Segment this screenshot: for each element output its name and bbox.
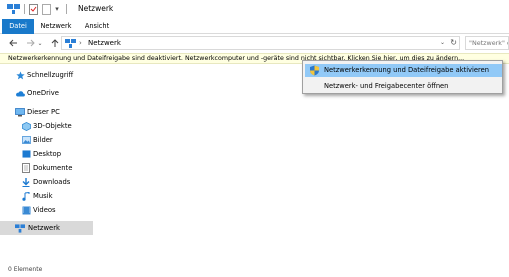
desktop-icon (21, 149, 31, 159)
sidebar-item-onedrive[interactable]: OneDrive (0, 86, 93, 100)
network-location-icon (65, 39, 76, 50)
menu-item-label: Netzwerkerkennung und Dateifreigabe akti… (324, 66, 489, 74)
sidebar-item-desktop[interactable]: Desktop (0, 147, 93, 161)
sidebar-item-schnellzugriff[interactable]: Schnellzugriff (0, 68, 93, 82)
sidebar-item-label: Dieser PC (27, 108, 60, 116)
sidebar-item-netzwerk[interactable]: Netzwerk (0, 221, 93, 235)
shield-icon (309, 65, 320, 76)
sidebar-item-label: Downloads (33, 178, 71, 186)
sidebar-item-videos[interactable]: Videos (0, 203, 93, 217)
sidebar-item-label: Musik (33, 192, 53, 200)
sidebar-item-label: Netzwerk (28, 224, 60, 232)
sidebar-item-dokumente[interactable]: Dokumente (0, 161, 93, 175)
up-button[interactable] (48, 36, 62, 50)
menu-item-open-network-center[interactable]: Netzwerk- und Freigabecenter öffnen (305, 80, 502, 93)
network-icon (15, 223, 25, 233)
address-dropdown-icon[interactable]: ⌄ (440, 39, 445, 46)
arrow-left-icon (8, 39, 17, 47)
divider-icon (23, 3, 25, 15)
tab-netzwerk[interactable]: Netzwerk (37, 19, 75, 34)
sidebar-item-label: Desktop (33, 150, 62, 158)
music-icon (21, 191, 31, 201)
breadcrumb-network[interactable]: Netzwerk (88, 39, 121, 47)
sidebar-item-bilder[interactable]: Bilder (0, 133, 93, 147)
pictures-icon (21, 135, 31, 145)
refresh-icon[interactable]: ↻ (450, 38, 457, 47)
sidebar-item-label: 3D-Objekte (33, 122, 72, 130)
title-bar: ▾ Netzwerk (0, 0, 509, 18)
cube-icon (21, 121, 31, 131)
search-input[interactable]: "Netzwerk" d (465, 36, 509, 50)
documents-icon (21, 163, 31, 173)
tab-ansicht[interactable]: Ansicht (80, 19, 114, 34)
breadcrumb-separator: › (79, 39, 82, 47)
sidebar-item-label: Dokumente (33, 164, 73, 172)
recent-locations-button[interactable]: ⌄ (36, 36, 44, 50)
forward-button[interactable] (23, 36, 37, 50)
properties-icon[interactable] (28, 3, 38, 15)
back-button[interactable] (6, 36, 20, 50)
tab-datei[interactable]: Datei (2, 19, 34, 34)
menu-item-enable-network-discovery[interactable]: Netzwerkerkennung und Dateifreigabe akti… (305, 64, 502, 77)
file-list[interactable] (94, 64, 509, 264)
search-placeholder: "Netzwerk" d (469, 39, 509, 47)
sidebar-item-dieser-pc[interactable]: Dieser PC (0, 105, 93, 119)
sidebar-item-downloads[interactable]: Downloads (0, 175, 93, 189)
sidebar-item-label: Videos (33, 206, 56, 214)
star-icon (15, 70, 25, 80)
sidebar-item-label: Schnellzugriff (27, 71, 74, 79)
cloud-icon (15, 88, 25, 98)
navigation-bar: ⌄ › Netzwerk ⌄ ↻ "Netzwerk" d (0, 34, 509, 52)
menu-item-label: Netzwerk- und Freigabecenter öffnen (324, 82, 449, 90)
sidebar-item-3d-objekte[interactable]: 3D-Objekte (0, 119, 93, 133)
customize-toolbar-icon[interactable]: ▾ (53, 3, 61, 15)
arrow-right-icon (26, 39, 35, 47)
arrow-up-icon (51, 38, 59, 47)
navigation-pane: Schnellzugriff OneDrive Dieser PC 3D-Obj… (0, 64, 93, 264)
address-bar[interactable]: › Netzwerk ⌄ ↻ (61, 36, 460, 50)
status-bar: 0 Elemente (0, 264, 509, 277)
context-menu: Netzwerkerkennung und Dateifreigabe akti… (302, 60, 503, 94)
download-icon (21, 177, 31, 187)
sidebar-item-label: OneDrive (27, 89, 59, 97)
ribbon: Datei Netzwerk Ansicht (0, 18, 509, 34)
video-icon (21, 205, 31, 215)
network-app-icon (6, 3, 20, 15)
divider-icon (65, 3, 67, 15)
sidebar-item-musik[interactable]: Musik (0, 189, 93, 203)
window-title: Netzwerk (78, 4, 114, 13)
item-count: 0 Elemente (8, 266, 43, 273)
new-folder-icon[interactable] (41, 3, 51, 15)
sidebar-item-label: Bilder (33, 136, 53, 144)
computer-icon (15, 107, 25, 117)
